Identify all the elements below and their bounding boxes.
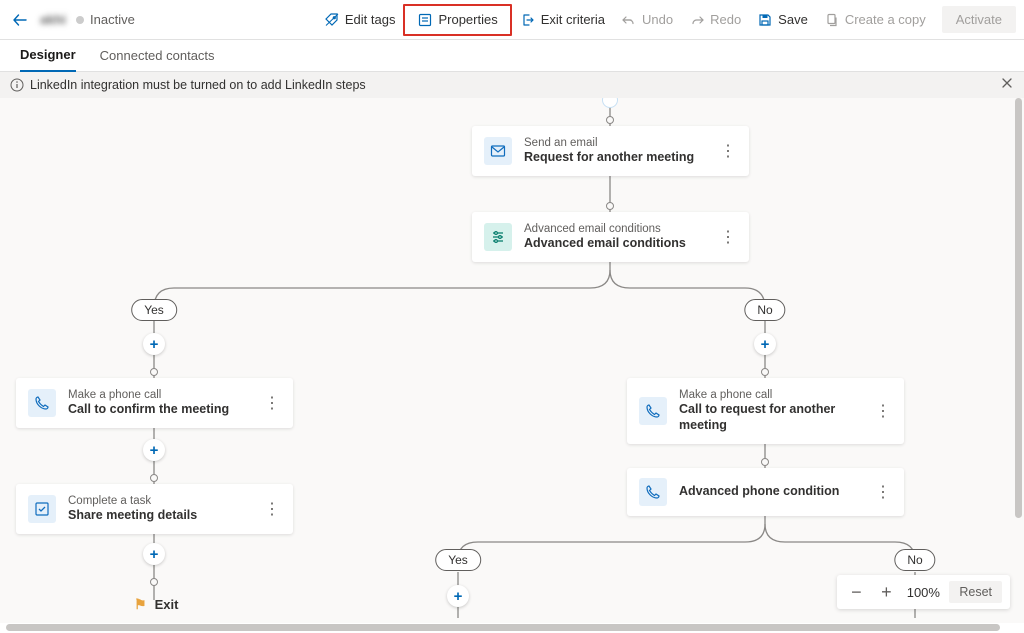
- branch-label-no-2: No: [894, 549, 935, 571]
- vertical-scrollbar[interactable]: [1015, 98, 1022, 518]
- top-node-stub: [602, 98, 618, 108]
- info-close-button[interactable]: [1000, 76, 1014, 95]
- branch-label-yes-2: Yes: [435, 549, 481, 571]
- task-icon: [28, 495, 56, 523]
- properties-highlight: Properties: [403, 4, 511, 36]
- undo-label: Undo: [642, 12, 673, 27]
- branch-label-yes: Yes: [131, 299, 177, 321]
- node-subtitle: Complete a task: [68, 494, 251, 508]
- exit-criteria-label: Exit criteria: [541, 12, 605, 27]
- add-step-button[interactable]: +: [143, 543, 165, 565]
- save-button[interactable]: Save: [749, 8, 816, 32]
- node-title: Advanced email conditions: [524, 236, 707, 252]
- node-subtitle: Make a phone call: [679, 388, 862, 402]
- save-icon: [757, 12, 773, 28]
- redo-icon: [689, 12, 705, 28]
- phone-icon: [28, 389, 56, 417]
- node-subtitle: Make a phone call: [68, 388, 251, 402]
- node-subtitle: Advanced email conditions: [524, 222, 707, 236]
- node-call-confirm[interactable]: Make a phone call Call to confirm the me…: [16, 378, 293, 428]
- redo-label: Redo: [710, 12, 741, 27]
- node-send-email[interactable]: Send an email Request for another meetin…: [472, 126, 749, 176]
- tab-designer[interactable]: Designer: [20, 47, 76, 72]
- exit-criteria-button[interactable]: Exit criteria: [512, 8, 613, 32]
- add-step-button[interactable]: +: [447, 585, 469, 607]
- tabs-bar: Designer Connected contacts: [0, 40, 1024, 72]
- exit-label: Exit: [155, 597, 179, 612]
- conditions-icon: [484, 223, 512, 251]
- junction: [761, 458, 769, 466]
- node-more-button[interactable]: ⋮: [719, 227, 737, 247]
- node-more-button[interactable]: ⋮: [874, 482, 892, 502]
- create-copy-button[interactable]: Create a copy: [816, 8, 934, 32]
- node-complete-task[interactable]: Complete a task Share meeting details ⋮: [16, 484, 293, 534]
- back-button[interactable]: [8, 8, 32, 32]
- undo-icon: [621, 12, 637, 28]
- exit-icon: [520, 12, 536, 28]
- node-title: Share meeting details: [68, 508, 251, 524]
- edit-tags-button[interactable]: Edit tags: [316, 8, 404, 32]
- zoom-in-button[interactable]: +: [875, 581, 897, 603]
- top-command-bar: akhi Inactive Edit tags Properties Exit …: [0, 0, 1024, 40]
- node-more-button[interactable]: ⋮: [263, 393, 281, 413]
- designer-canvas[interactable]: Yes No Yes No + + + + + Send an email Re…: [0, 98, 1024, 623]
- zoom-control: − + 100% Reset: [837, 575, 1010, 609]
- node-subtitle: Send an email: [524, 136, 707, 150]
- junction: [150, 368, 158, 376]
- phone-condition-icon: [639, 478, 667, 506]
- junction: [150, 474, 158, 482]
- zoom-reset-button[interactable]: Reset: [949, 581, 1002, 603]
- info-bar: LinkedIn integration must be turned on t…: [0, 72, 1024, 98]
- node-adv-phone-condition[interactable]: Advanced phone condition ⋮: [627, 468, 904, 516]
- node-title: Call to confirm the meeting: [68, 402, 251, 418]
- node-title: Call to request for another meeting: [679, 402, 862, 433]
- arrow-left-icon: [12, 12, 28, 28]
- phone-icon: [639, 397, 667, 425]
- zoom-out-button[interactable]: −: [845, 581, 867, 603]
- copy-icon: [824, 12, 840, 28]
- status-dot-icon: [76, 16, 84, 24]
- properties-button[interactable]: Properties: [409, 8, 505, 32]
- node-call-request[interactable]: Make a phone call Call to request for an…: [627, 378, 904, 444]
- tab-connected-contacts[interactable]: Connected contacts: [100, 48, 215, 71]
- zoom-value: 100%: [905, 585, 941, 600]
- status-label: Inactive: [90, 12, 135, 27]
- node-title: Advanced phone condition: [679, 484, 862, 500]
- add-step-button[interactable]: +: [143, 333, 165, 355]
- node-adv-email-conditions[interactable]: Advanced email conditions Advanced email…: [472, 212, 749, 262]
- save-label: Save: [778, 12, 808, 27]
- close-icon: [1000, 76, 1014, 90]
- activate-button[interactable]: Activate: [942, 6, 1016, 33]
- info-icon: [10, 78, 24, 92]
- edit-tags-label: Edit tags: [345, 12, 396, 27]
- tag-icon: [324, 12, 340, 28]
- junction: [606, 116, 614, 124]
- branch-label-no: No: [744, 299, 785, 321]
- junction: [606, 202, 614, 210]
- junction: [150, 578, 158, 586]
- properties-icon: [417, 12, 433, 28]
- node-title: Request for another meeting: [524, 150, 707, 166]
- node-more-button[interactable]: ⋮: [719, 141, 737, 161]
- info-message: LinkedIn integration must be turned on t…: [30, 78, 366, 92]
- email-icon: [484, 137, 512, 165]
- properties-label: Properties: [438, 12, 497, 27]
- exit-node[interactable]: ⚑ Exit: [134, 596, 178, 613]
- node-more-button[interactable]: ⋮: [874, 401, 892, 421]
- undo-button[interactable]: Undo: [613, 8, 681, 32]
- add-step-button[interactable]: +: [754, 333, 776, 355]
- flag-icon: ⚑: [134, 596, 147, 613]
- add-step-button[interactable]: +: [143, 439, 165, 461]
- node-more-button[interactable]: ⋮: [263, 499, 281, 519]
- page-title: akhi: [40, 12, 66, 27]
- horizontal-scrollbar[interactable]: [6, 624, 1000, 631]
- junction: [761, 368, 769, 376]
- redo-button[interactable]: Redo: [681, 8, 749, 32]
- create-copy-label: Create a copy: [845, 12, 926, 27]
